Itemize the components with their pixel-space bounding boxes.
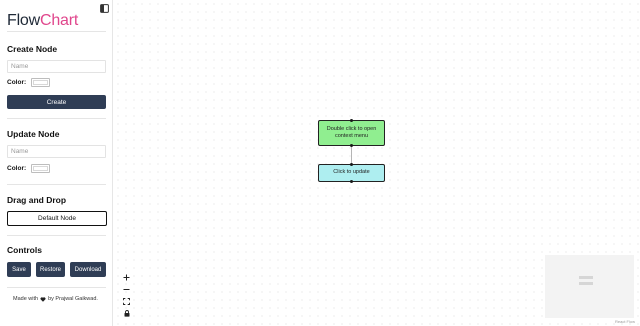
create-name-input[interactable] (7, 60, 106, 73)
restore-button[interactable]: Restore (36, 262, 65, 277)
flow-node[interactable]: Double click to open context menu (318, 119, 385, 147)
update-name-input[interactable] (7, 145, 106, 158)
heart-icon (40, 296, 46, 302)
create-node-title: Create Node (7, 44, 58, 54)
footer: Made with by Prajwal Gaikwad. (13, 296, 98, 302)
lock-icon[interactable] (121, 308, 132, 319)
footer-prefix: Made with (13, 296, 39, 302)
react-flow-attribution[interactable]: React Flow (615, 319, 635, 324)
divider (7, 118, 106, 119)
node-handle-top[interactable] (350, 119, 353, 122)
flow-node-label: Double click to open context menu (326, 125, 377, 139)
create-color-row: Color: (7, 78, 51, 87)
app-logo: FlowChart (7, 12, 78, 30)
sidebar-toggle-icon[interactable] (100, 4, 109, 13)
flow-node[interactable]: Click to update (318, 163, 385, 183)
flow-node-label: Click to update (333, 169, 370, 176)
create-button[interactable]: Create (7, 95, 106, 109)
node-handle-bottom[interactable] (350, 180, 353, 183)
divider (7, 184, 106, 185)
divider (7, 235, 106, 236)
color-swatch-fill (33, 80, 49, 85)
color-swatch-fill (33, 166, 49, 171)
minimap-node (579, 282, 593, 285)
update-node-title: Update Node (7, 129, 60, 139)
logo-part-flow: Flow (7, 12, 40, 29)
download-button[interactable]: Download (70, 262, 106, 277)
save-button[interactable]: Save (7, 262, 31, 277)
update-color-label: Color: (7, 165, 27, 172)
sidebar: FlowChart Create Node Color: Create Upda… (0, 0, 113, 326)
node-handle-bottom[interactable] (350, 144, 353, 147)
zoom-out-button[interactable] (121, 284, 132, 295)
create-color-picker[interactable] (31, 78, 51, 87)
fit-view-icon[interactable] (121, 296, 132, 307)
update-color-row: Color: (7, 164, 51, 173)
minimap-node (579, 276, 593, 279)
update-color-picker[interactable] (31, 164, 51, 173)
divider (7, 31, 106, 32)
default-node-draggable[interactable]: Default Node (7, 211, 107, 226)
zoom-in-button[interactable] (121, 272, 132, 283)
create-color-label: Color: (7, 79, 27, 86)
minimap[interactable] (545, 255, 634, 318)
drag-drop-title: Drag and Drop (7, 195, 67, 205)
logo-part-chart: Chart (39, 12, 79, 29)
footer-suffix: by Prajwal Gaikwad. (48, 296, 98, 302)
divider (7, 287, 106, 288)
node-handle-top[interactable] (350, 163, 353, 166)
controls-title: Controls (7, 245, 42, 255)
flow-edge[interactable] (351, 146, 352, 164)
